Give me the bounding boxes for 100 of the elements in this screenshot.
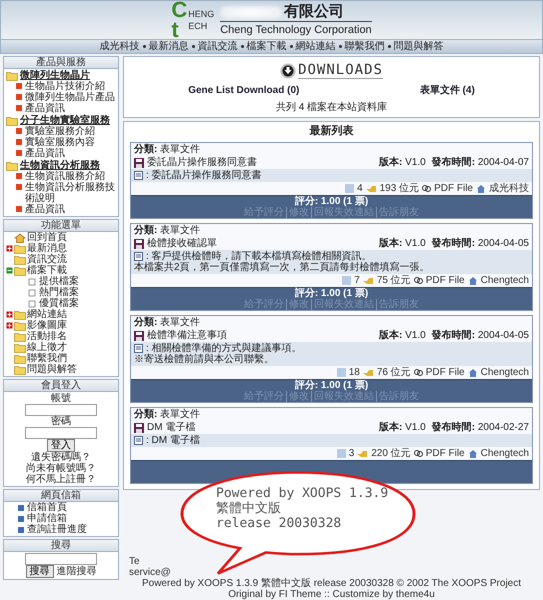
submitter-link[interactable]: Chengtech <box>480 448 529 459</box>
product-link[interactable]: 實驗室服務介紹 <box>25 126 95 137</box>
rating-text: 評分: 1.00 (1 票) <box>294 380 368 391</box>
product-link[interactable]: 生物資訊服務介紹 <box>25 171 105 182</box>
search-button[interactable]: 搜尋 <box>26 565 54 578</box>
nav-link[interactable]: 網站連結 <box>296 41 336 52</box>
expand-icon[interactable] <box>6 245 13 252</box>
product-link[interactable]: 產品資訊 <box>25 204 65 215</box>
folder-icon <box>14 354 26 364</box>
download-count: 3 <box>348 448 354 459</box>
home-icon <box>14 232 26 242</box>
product-link[interactable]: 產品資訊 <box>25 148 65 159</box>
product-link[interactable]: 微陣列生物晶片產品 <box>25 92 115 103</box>
download-count: 4 <box>357 183 363 194</box>
mail-link[interactable]: 信箱首頁 <box>27 502 67 513</box>
submitter-link[interactable]: Chengtech <box>480 275 529 286</box>
category-text: 分類: 表單文件 <box>134 144 200 155</box>
footer-text: service@ <box>129 567 171 578</box>
blurred-name <box>220 6 282 18</box>
callout-text: release 20030328 <box>216 516 342 531</box>
menu-item[interactable]: 優質檔案 <box>39 298 79 309</box>
menu-item[interactable]: 問題與解答 <box>27 364 77 375</box>
separator-dot <box>240 45 244 48</box>
file-type: PDF File <box>426 367 465 378</box>
menu-item[interactable]: 提供檔案 <box>39 276 79 287</box>
home-icon <box>468 368 478 377</box>
expand-icon[interactable] <box>6 322 13 329</box>
nav-link[interactable]: 聯繫我們 <box>344 41 384 52</box>
submitter-link[interactable]: Chengtech <box>480 367 529 378</box>
nav-link[interactable]: 資訊交流 <box>198 41 238 52</box>
collapse-icon[interactable] <box>6 267 13 274</box>
company-name: 有限公司 <box>284 4 344 20</box>
register-link[interactable]: 何不馬上註冊？ <box>26 474 96 485</box>
separator-dot <box>388 45 390 48</box>
nav-link[interactable]: 最新消息 <box>148 41 188 52</box>
menu-item[interactable]: 活動排名 <box>27 331 67 342</box>
file-title-link[interactable]: 委託晶片操作服務同意書 <box>147 157 257 168</box>
category-text: 分類: 表單文件 <box>134 225 200 236</box>
product-link[interactable]: 生物資訊分析服務技術說明 <box>25 182 118 204</box>
download-arrow-icon <box>280 62 296 78</box>
category-link[interactable]: Gene List Download <box>188 85 284 96</box>
version-text: 版本: V1.0 <box>379 422 426 433</box>
footer-text: Powered by XOOPS 1.3.9 繁體中文版 release 20030328 © 2002 The XOOPS Project <box>142 578 522 589</box>
file-count: (0) <box>287 85 300 96</box>
advanced-search-link[interactable]: 進階搜尋 <box>56 566 96 577</box>
product-link[interactable]: 實驗室服務內容 <box>25 137 95 148</box>
category-link[interactable]: 微陣列生物晶片 <box>20 70 90 81</box>
category-link[interactable]: 分子生物實驗室服務 <box>20 115 110 126</box>
panel-title: 功能選單 <box>4 220 118 232</box>
category-text: 分類: 表單文件 <box>134 317 200 328</box>
username-label: 帳號 <box>51 393 71 404</box>
nav-link[interactable]: 成光科技 <box>100 41 140 52</box>
download-count: 18 <box>348 367 360 378</box>
square-bullet-icon <box>18 504 24 510</box>
logo-text: ECH <box>188 20 208 32</box>
square-bullet-icon <box>16 139 22 145</box>
search-field[interactable] <box>25 553 97 565</box>
menu-item[interactable]: 檔案下載 <box>27 265 67 276</box>
username-field[interactable] <box>25 404 97 416</box>
menu-item[interactable]: 聯繫我們 <box>27 353 67 364</box>
square-bullet-icon <box>16 128 22 134</box>
product-link[interactable]: 產品資訊 <box>25 103 65 114</box>
folder-icon <box>14 254 26 264</box>
folder-icon <box>14 310 26 320</box>
section-title: 最新列表 <box>308 125 354 138</box>
menu-item[interactable]: 資訊交流 <box>27 254 67 265</box>
file-title-link[interactable]: 檢體接收確認單 <box>147 238 217 249</box>
folder-icon <box>14 342 26 352</box>
lost-password-link[interactable]: 遺失密碼嗎？ <box>31 452 91 463</box>
menu-item[interactable]: 影像圖庫 <box>27 320 67 331</box>
expand-icon[interactable] <box>6 311 13 318</box>
callout-text: Powered by XOOPS 1.3.9 <box>216 486 388 501</box>
product-link[interactable]: 生物晶片技術介紹 <box>25 81 105 92</box>
password-label: 密碼 <box>51 416 71 427</box>
nav-link[interactable]: 問題與解答 <box>394 41 444 52</box>
date-text: 發布時間: 2004-04-07 <box>432 157 529 168</box>
category-link[interactable]: 表單文件 <box>420 85 460 96</box>
logo-letter: t <box>171 20 179 40</box>
password-field[interactable] <box>25 427 97 439</box>
login-button[interactable]: 登入 <box>47 439 75 452</box>
separator-dot <box>142 45 146 48</box>
note-icon <box>134 344 143 353</box>
version-text: 版本: V1.0 <box>379 238 426 249</box>
menu-item[interactable]: 最新消息 <box>27 243 67 254</box>
logo-letter: C <box>171 0 188 20</box>
menu-item[interactable]: 網站連結 <box>27 309 67 320</box>
nav-link[interactable]: 檔案下載 <box>246 41 286 52</box>
file-title-link[interactable]: 檢體準備注意事項 <box>147 330 227 341</box>
menu-item[interactable]: 熱門檔案 <box>39 287 79 298</box>
file-type: PDF File <box>434 183 473 194</box>
panel-title: 產品與服務 <box>4 57 118 69</box>
mail-link[interactable]: 申請信箱 <box>27 513 67 524</box>
link-icon <box>414 449 423 458</box>
folder-icon <box>14 244 26 254</box>
mail-link[interactable]: 查詢註冊進度 <box>27 524 87 535</box>
file-size: 76 位元 <box>376 367 411 378</box>
submitter-link[interactable]: 成光科技 <box>489 183 529 194</box>
menu-item[interactable]: 線上徵才 <box>27 342 67 353</box>
file-title-link[interactable]: DM 電子檔 <box>147 422 196 433</box>
menu-item[interactable]: 回到首頁 <box>27 232 67 243</box>
